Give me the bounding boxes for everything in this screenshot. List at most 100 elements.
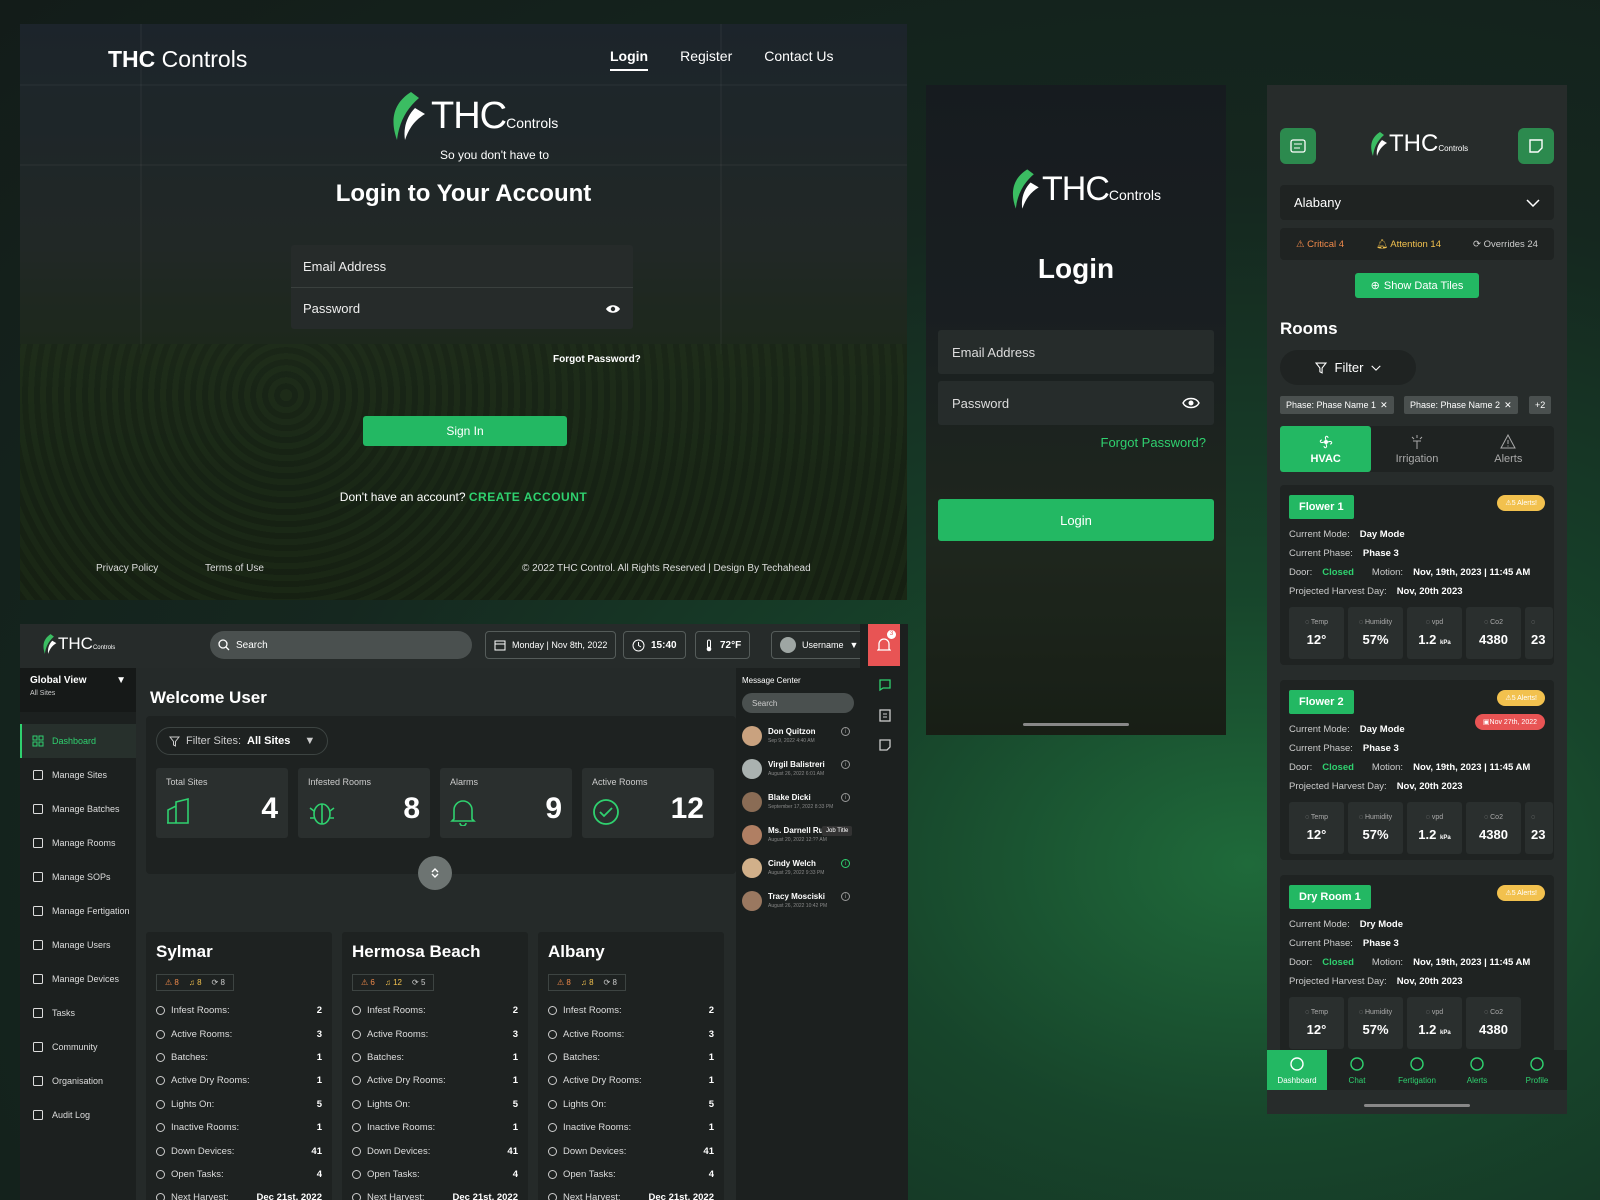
sidebar-item-manage-sites[interactable]: Manage Sites (20, 758, 136, 792)
eye-icon[interactable] (605, 303, 621, 315)
filter-sites-dropdown[interactable]: Filter Sites: All Sites ▼ (156, 727, 329, 755)
data-tile[interactable]: ◌ Temp 12° (1289, 802, 1344, 854)
sidebar-item-manage-rooms[interactable]: Manage Rooms (20, 826, 136, 860)
overrides-count[interactable]: ⟳ Overrides 24 (1473, 239, 1538, 250)
login-button[interactable]: Login (938, 499, 1214, 541)
sidebar-item-dashboard[interactable]: Dashboard (20, 724, 136, 758)
data-tile[interactable]: ◌ vpd 1.2 kPa (1407, 997, 1462, 1049)
filter-chip[interactable]: Phase: Phase Name 1 ✕ (1280, 396, 1394, 414)
sign-in-button[interactable]: Sign In (363, 416, 567, 446)
menu-button[interactable] (1280, 128, 1316, 164)
alert-badge[interactable]: ⚠ 5 Alerts! (1497, 495, 1545, 511)
thc-logo: THCControls (1367, 129, 1468, 159)
data-tile[interactable]: ◌ Humidity 57% (1348, 997, 1403, 1049)
site-card[interactable]: Sylmar ⚠ 8 ♫ 8 ⟳ 8 Infest Rooms: 2 Active Room… (146, 932, 332, 1200)
message-search-input[interactable]: Search (742, 693, 854, 713)
sidebar-item-manage-devices[interactable]: Manage Devices (20, 962, 136, 996)
close-icon[interactable]: ✕ (1380, 400, 1388, 411)
data-tile[interactable]: ◌ Co2 4380 (1466, 607, 1521, 659)
room-card[interactable]: Flower 1 ⚠ 5 Alerts! Current Mode: Day Mode… (1280, 485, 1554, 665)
data-tile[interactable]: ◌ Co2 4380 (1466, 997, 1521, 1049)
data-tile[interactable]: ◌ vpd 1.2 kPa (1407, 802, 1462, 854)
info-icon[interactable]: i (841, 793, 850, 802)
close-icon[interactable]: ✕ (1504, 400, 1512, 411)
message-item[interactable]: Ms. Darnell Ruec... August 20, 2022 12:??… (742, 818, 854, 851)
password-field[interactable]: Password (938, 381, 1214, 425)
tab-alerts[interactable]: Alerts (1463, 426, 1554, 472)
sidebar-item-tasks[interactable]: Tasks (20, 996, 136, 1030)
data-tile[interactable]: ◌ Temp 12° (1289, 607, 1344, 659)
email-field[interactable]: Email Address (291, 245, 633, 287)
terms-link[interactable]: Terms of Use (205, 563, 264, 574)
site-select[interactable]: Alabany (1280, 185, 1554, 220)
sprinkler-icon (1409, 434, 1425, 450)
data-tile[interactable]: ◌ 23 (1525, 607, 1553, 659)
alert-badge[interactable]: ⚠ 5 Alerts! (1497, 690, 1545, 706)
message-item[interactable]: Tracy Mosciski August 26, 2022 10:42 PM i (742, 884, 854, 917)
sidebar-item-organisation[interactable]: Organisation (20, 1064, 136, 1098)
attention-count[interactable]: 🔔︎ Attention 14 (1376, 239, 1441, 250)
info-icon[interactable]: i (841, 892, 850, 901)
message-item[interactable]: Cindy Welch August 29, 2022 9:33 PM i (742, 851, 854, 884)
bottom-nav-chat[interactable]: Chat (1327, 1050, 1387, 1090)
search-input[interactable]: Search (210, 631, 472, 659)
info-icon[interactable]: i (841, 760, 850, 769)
site-card[interactable]: Albany ⚠ 8 ♫ 8 ⟳ 8 Infest Rooms: 2 Active Room… (538, 932, 724, 1200)
notes-button[interactable] (1518, 128, 1554, 164)
forgot-password-link[interactable]: Forgot Password? (553, 354, 641, 365)
tab-hvac[interactable]: HVAC (1280, 426, 1372, 472)
password-field[interactable]: Password (291, 287, 633, 329)
info-icon[interactable]: i (841, 727, 850, 736)
alert-badge[interactable]: ⚠ 5 Alerts! (1497, 885, 1545, 901)
data-tile[interactable]: ◌ Co2 4380 (1466, 802, 1521, 854)
collapse-toggle-button[interactable] (418, 856, 452, 890)
site-stat-row: Batches: 1 (352, 1046, 518, 1069)
data-tile[interactable]: ◌ Temp 12° (1289, 997, 1344, 1049)
more-chips-badge[interactable]: +2 (1529, 396, 1552, 414)
critical-count[interactable]: ⚠ Critical 4 (1296, 239, 1344, 250)
sidebar-item-audit-log[interactable]: Audit Log (20, 1098, 136, 1132)
tab-irrigation[interactable]: Irrigation (1371, 426, 1462, 472)
room-card[interactable]: Flower 2 ⚠ 5 Alerts! ▣ Nov 27th, 2022 Curre… (1280, 680, 1554, 860)
bottom-nav-profile[interactable]: Profile (1507, 1050, 1567, 1090)
message-item[interactable]: Blake Dicki September 17, 2022 8:33 PM i (742, 785, 854, 818)
sidebar-item-label: Manage Batches (52, 804, 120, 814)
site-stat-row: Active Rooms: 3 (156, 1022, 322, 1045)
chat-icon[interactable] (878, 678, 908, 692)
bottom-nav-fertigation[interactable]: Fertigation (1387, 1050, 1447, 1090)
nav-register[interactable]: Register (680, 48, 732, 71)
sidebar-item-manage-fertigation[interactable]: Manage Fertigation (20, 894, 136, 928)
avatar (742, 824, 762, 845)
notifications-button[interactable]: 3 (868, 624, 900, 666)
site-card[interactable]: Hermosa Beach ⚠ 6 ♫ 12 ⟳ 5 Infest Rooms: 2 Act… (342, 932, 528, 1200)
nav-login[interactable]: Login (610, 48, 649, 71)
stat-active-rooms: Active Rooms 12 (582, 768, 714, 838)
room-card[interactable]: Dry Room 1 ⚠ 5 Alerts! Current Mode: Dry Mo… (1280, 875, 1554, 1055)
data-tile[interactable]: ◌ Humidity 57% (1348, 802, 1403, 854)
filter-chip[interactable]: Phase: Phase Name 2 ✕ (1404, 396, 1518, 414)
filter-button[interactable]: Filter (1280, 350, 1416, 385)
clipboard-icon[interactable] (878, 708, 908, 722)
note-icon[interactable] (878, 738, 908, 752)
message-item[interactable]: Don Quitzon Sep 9, 2022 4:40 AM i (742, 719, 854, 752)
sidebar-item-manage-sops[interactable]: Manage SOPs (20, 860, 136, 894)
info-icon[interactable]: i (841, 859, 850, 868)
create-account-link[interactable]: CREATE ACCOUNT (469, 490, 587, 504)
user-menu[interactable]: Username ▼ (771, 631, 868, 659)
bottom-nav-dashboard[interactable]: Dashboard (1267, 1050, 1327, 1090)
nav-contact[interactable]: Contact Us (764, 48, 833, 71)
bottom-nav-alerts[interactable]: Alerts (1447, 1050, 1507, 1090)
forgot-password-link[interactable]: Forgot Password? (1101, 435, 1207, 450)
show-data-tiles-button[interactable]: ⊕ Show Data Tiles (1355, 273, 1479, 298)
data-tile[interactable]: ◌ vpd 1.2 kPa (1407, 607, 1462, 659)
message-item[interactable]: Virgil Balistreri August 26, 2022 6:01 AM… (742, 752, 854, 785)
data-tile[interactable]: ◌ 23 (1525, 802, 1553, 854)
privacy-link[interactable]: Privacy Policy (96, 563, 158, 574)
eye-icon[interactable] (1182, 396, 1200, 410)
data-tile[interactable]: ◌ Humidity 57% (1348, 607, 1403, 659)
view-selector[interactable]: Global View ▼ All Sites (20, 668, 136, 712)
sidebar-item-manage-users[interactable]: Manage Users (20, 928, 136, 962)
email-field[interactable]: Email Address (938, 330, 1214, 374)
sidebar-item-community[interactable]: Community (20, 1030, 136, 1064)
sidebar-item-manage-batches[interactable]: Manage Batches (20, 792, 136, 826)
